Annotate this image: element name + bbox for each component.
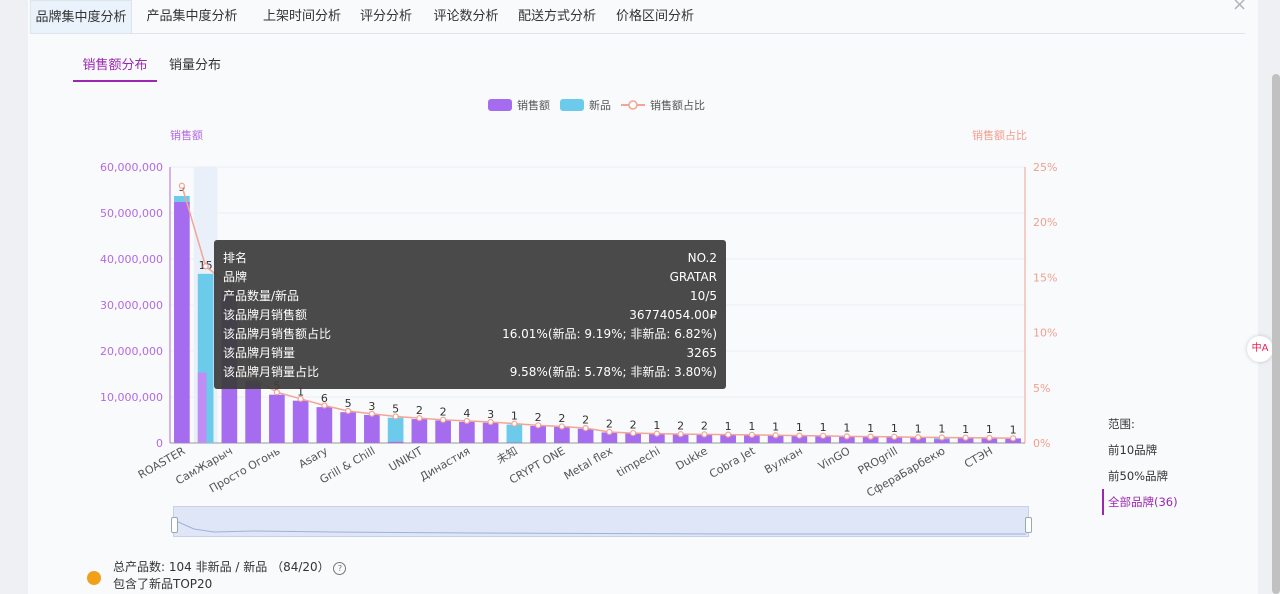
range-all-brands[interactable]: 全部品牌(36) bbox=[1102, 489, 1178, 515]
summary-new-top: 包含了新品TOP20 bbox=[113, 577, 213, 591]
legend-new-label: 新品 bbox=[589, 99, 611, 112]
tooltip-row: 产品数量/新品 10/5 bbox=[223, 287, 717, 306]
subtab-sales-amount[interactable]: 销售额分布 bbox=[73, 54, 157, 82]
legend-ratio-label: 销售额占比 bbox=[650, 99, 705, 112]
legend-ratio[interactable]: 销售额占比 bbox=[621, 97, 705, 113]
help-icon[interactable]: ? bbox=[333, 562, 347, 575]
tooltip-value: 9.58%(新品: 5.78%; 非新品: 3.80%) bbox=[509, 365, 717, 379]
analysis-tabs: 品牌集中度分析 产品集中度分析 上架时间分析 评分分析 评论数分析 配送方式分析… bbox=[30, 0, 1245, 34]
range-top10[interactable]: 前10品牌 bbox=[1108, 437, 1178, 463]
tooltip-row: 该品牌月销售额 36774054.00₽ bbox=[223, 306, 717, 325]
range-top50[interactable]: 前50%品牌 bbox=[1108, 463, 1178, 489]
tooltip-value: NO.2 bbox=[687, 251, 717, 265]
tooltip-key: 品牌 bbox=[223, 270, 248, 284]
tab-brand-concentration[interactable]: 品牌集中度分析 bbox=[30, 0, 132, 33]
datazoom-right-handle[interactable] bbox=[1025, 517, 1032, 533]
legend-new-swatch bbox=[560, 99, 584, 111]
tooltip-key: 该品牌月销量 bbox=[223, 346, 296, 360]
tooltip-row: 品牌 GRATAR bbox=[223, 268, 717, 287]
legend-sales[interactable]: 销售额 bbox=[488, 97, 550, 113]
tooltip-value: 36774054.00₽ bbox=[629, 308, 717, 322]
datazoom-left-handle[interactable] bbox=[171, 517, 178, 533]
tooltip-value: GRATAR bbox=[669, 270, 717, 284]
tooltip-value: 10/5 bbox=[690, 289, 717, 303]
tab-rating[interactable]: 评分分析 bbox=[356, 0, 416, 33]
legend-sales-label: 销售额 bbox=[517, 99, 550, 112]
scrollbar[interactable] bbox=[1272, 74, 1280, 594]
tooltip-row: 该品牌月销售额占比 16.01%(新品: 9.19%; 非新品: 6.82%) bbox=[223, 325, 717, 344]
legend-sales-swatch bbox=[488, 99, 512, 111]
left-axis-title: 销售额 bbox=[170, 129, 203, 142]
summary-total: 总产品数: 104 非新品 / 新品 （84/20） bbox=[113, 560, 330, 574]
tab-review-count[interactable]: 评论数分析 bbox=[428, 0, 504, 33]
tooltip-key: 产品数量/新品 bbox=[223, 289, 300, 303]
range-title: 范围: bbox=[1108, 417, 1135, 431]
right-axis-title: 销售额占比 bbox=[972, 129, 1027, 142]
tab-product-concentration[interactable]: 产品集中度分析 bbox=[142, 0, 242, 33]
tooltip-key: 排名 bbox=[223, 251, 248, 265]
tooltip-value: 16.01%(新品: 9.19%; 非新品: 6.82%) bbox=[502, 327, 717, 341]
chart-legend: 销售额 新品 销售额占比 bbox=[488, 97, 715, 113]
chart-tooltip: 排名 NO.2 品牌 GRATAR 产品数量/新品 10/5 该品牌月销售额 36774054… bbox=[214, 240, 726, 389]
tooltip-key: 该品牌月销售额占比 bbox=[223, 327, 332, 341]
legend-ratio-swatch bbox=[621, 100, 645, 110]
tooltip-value: 3265 bbox=[686, 346, 717, 360]
tooltip-row: 该品牌月销量占比 9.58%(新品: 5.78%; 非新品: 3.80%) bbox=[223, 363, 717, 382]
close-icon[interactable]: × bbox=[1232, 0, 1247, 15]
tooltip-key: 该品牌月销售额 bbox=[223, 308, 308, 322]
summary: 总产品数: 104 非新品 / 新品 （84/20） ? 包含了新品TOP20 bbox=[87, 559, 347, 593]
subtab-sales-volume[interactable]: 销量分布 bbox=[169, 54, 221, 80]
tooltip-row: 排名 NO.2 bbox=[223, 249, 717, 268]
legend-new[interactable]: 新品 bbox=[560, 97, 611, 113]
tab-delivery[interactable]: 配送方式分析 bbox=[514, 0, 600, 33]
status-dot-icon bbox=[87, 571, 101, 585]
tab-price-range[interactable]: 价格区间分析 bbox=[612, 0, 698, 33]
datazoom-preview bbox=[175, 520, 1026, 535]
range-selector: 范围: 前10品牌 前50%品牌 全部品牌(36) bbox=[1102, 411, 1178, 515]
datazoom-slider[interactable] bbox=[171, 506, 1032, 537]
tooltip-row: 该品牌月销量 3265 bbox=[223, 344, 717, 363]
translate-icon[interactable]: 中A bbox=[1247, 336, 1273, 362]
tab-listing-time[interactable]: 上架时间分析 bbox=[252, 0, 352, 33]
tooltip-key: 该品牌月销量占比 bbox=[223, 365, 320, 379]
